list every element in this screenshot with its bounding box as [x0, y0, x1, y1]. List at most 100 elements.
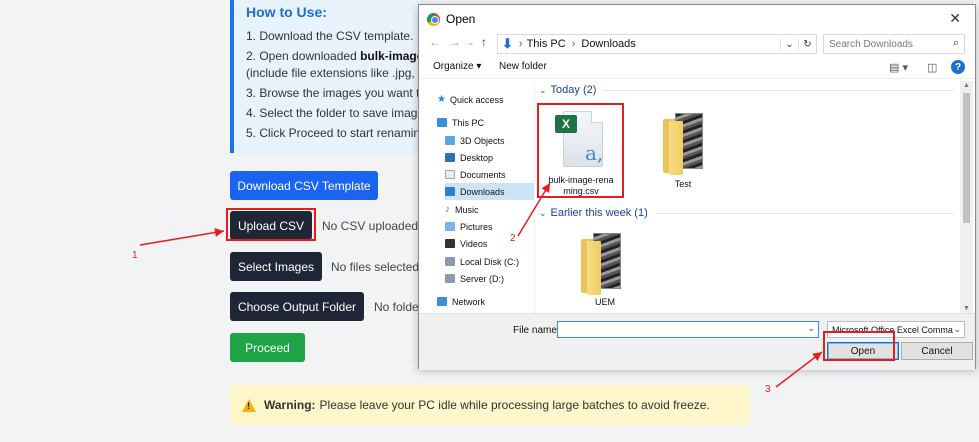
- highlight-csv-file: [537, 103, 624, 198]
- folder-icon: [661, 113, 705, 175]
- address-bar[interactable]: ⬇ › This PC › Downloads ⌄ ↻: [497, 34, 817, 54]
- folder-uem[interactable]: UEM: [569, 229, 641, 309]
- star-icon: ★: [437, 94, 446, 105]
- address-controls: ⌄ ↻: [780, 35, 816, 53]
- step-2-text: 2. Open downloaded: [246, 49, 361, 63]
- dialog-titlebar: Open ✕: [419, 5, 975, 33]
- chevron-down-icon: ⌄: [953, 324, 961, 335]
- nav-label: Server (D:): [460, 273, 505, 284]
- nav-label: Videos: [460, 238, 488, 249]
- downloads-arrow-icon: ⬇: [502, 36, 513, 51]
- nav-quick-access[interactable]: ★ Quick access: [437, 91, 534, 108]
- arrow-1: [139, 228, 225, 246]
- recent-dropdown-icon[interactable]: ⌄: [467, 37, 475, 48]
- download-csv-template-button[interactable]: Download CSV Template: [230, 171, 378, 200]
- nav-videos[interactable]: Videos: [445, 235, 534, 252]
- nav-local-disk-c[interactable]: Local Disk (C:): [445, 253, 534, 270]
- nav-music[interactable]: ♪ Music: [445, 201, 534, 218]
- help-icon[interactable]: ?: [951, 60, 965, 74]
- scroll-up-icon[interactable]: ▲: [963, 82, 970, 89]
- nav-label: Local Disk (C:): [460, 256, 520, 267]
- choose-output-folder-button[interactable]: Choose Output Folder: [230, 292, 364, 321]
- breadcrumb-downloads[interactable]: Downloads: [581, 38, 635, 50]
- back-arrow-icon[interactable]: ←: [429, 35, 441, 49]
- nav-3d-objects[interactable]: 3D Objects: [445, 132, 534, 149]
- cube-icon: [445, 136, 455, 145]
- disk-icon: [445, 274, 455, 283]
- highlight-upload-csv: [226, 208, 316, 241]
- nav-documents[interactable]: Documents: [445, 166, 534, 183]
- nav-desktop[interactable]: Desktop: [445, 149, 534, 166]
- close-icon[interactable]: ✕: [949, 10, 961, 27]
- picture-icon: [445, 222, 455, 231]
- select-images-button[interactable]: Select Images: [230, 252, 322, 281]
- group-divider: [604, 89, 954, 91]
- csv-status: No CSV uploaded: [322, 219, 419, 233]
- nav-label: Documents: [460, 169, 506, 180]
- download-icon: [445, 187, 455, 196]
- step-2-bold: bulk-image-: [360, 49, 425, 63]
- step-3: 3. Browse the images you want to: [246, 86, 425, 100]
- nav-label: 3D Objects: [460, 135, 505, 146]
- annotation-number-3: 3: [765, 384, 771, 395]
- scroll-down-icon[interactable]: ▼: [963, 305, 970, 312]
- new-folder-button[interactable]: New folder: [499, 61, 547, 72]
- nav-label: Quick access: [449, 94, 504, 105]
- address-dropdown-icon[interactable]: ⌄: [780, 38, 798, 50]
- navigation-bar: ← → ⌄ ↑ ⬇ › This PC › Downloads ⌄ ↻ Sear…: [419, 33, 975, 55]
- nav-pictures[interactable]: Pictures: [445, 218, 534, 235]
- preview-pane-icon[interactable]: ◫: [927, 61, 937, 74]
- music-icon: ♪: [445, 204, 450, 215]
- organize-button[interactable]: Organize ▾: [433, 61, 481, 72]
- group-header-earlier-this-week[interactable]: ⌄ Earlier this week (1): [539, 207, 954, 219]
- chevron-down-icon[interactable]: ⌄: [807, 323, 815, 334]
- view-options-icon[interactable]: ▤ ▾: [889, 61, 908, 74]
- step-4: 4. Select the folder to save images: [246, 106, 425, 120]
- video-icon: [445, 239, 455, 248]
- path-separator-icon: ›: [571, 38, 576, 50]
- chevron-down-icon: ⌄: [539, 84, 547, 95]
- folder-icon: [579, 233, 623, 295]
- search-input[interactable]: Search Downloads ⌕: [823, 34, 965, 54]
- warning-banner: Warning: Please leave your PC idle while…: [230, 385, 750, 425]
- dialog-title: Open: [446, 12, 476, 26]
- vertical-scrollbar[interactable]: ▲ ▼: [960, 81, 973, 313]
- nav-label: Music: [455, 204, 479, 215]
- nav-this-pc[interactable]: This PC: [437, 114, 534, 131]
- refresh-icon[interactable]: ↻: [798, 38, 816, 50]
- nav-server-d[interactable]: Server (D:): [445, 270, 534, 287]
- group-divider: [655, 212, 954, 214]
- document-icon: [445, 170, 455, 179]
- up-arrow-icon[interactable]: ↑: [481, 35, 487, 49]
- highlight-open-button: [823, 331, 895, 361]
- folder-test[interactable]: Test: [647, 109, 719, 189]
- open-file-dialog: Open ✕ ← → ⌄ ↑ ⬇ › This PC › Downloads ⌄…: [418, 4, 976, 370]
- how-to-use-panel: How to Use: 1. Download the CSV template…: [230, 0, 425, 153]
- group-label: Today (2): [550, 84, 597, 96]
- computer-icon: [437, 118, 447, 127]
- cancel-button[interactable]: Cancel: [901, 342, 973, 360]
- desktop-icon: [445, 153, 455, 162]
- screenshot-root: How to Use: 1. Download the CSV template…: [0, 0, 979, 442]
- search-placeholder: Search Downloads: [829, 38, 913, 50]
- nav-network[interactable]: Network: [437, 293, 534, 310]
- nav-downloads[interactable]: Downloads: [445, 183, 534, 200]
- navigation-pane: ★ Quick access This PC 3D Objects Desktop…: [419, 81, 534, 313]
- annotation-number-1: 1: [132, 250, 138, 261]
- network-icon: [437, 297, 447, 306]
- group-header-today[interactable]: ⌄ Today (2): [539, 84, 954, 96]
- forward-arrow-icon[interactable]: →: [449, 35, 461, 49]
- file-name-input[interactable]: ⌄: [557, 321, 819, 338]
- proceed-button[interactable]: Proceed: [230, 333, 305, 362]
- warning-text: Please leave your PC idle while processi…: [319, 398, 710, 412]
- breadcrumb-this-pc[interactable]: This PC: [527, 38, 566, 50]
- group-label: Earlier this week (1): [550, 207, 648, 219]
- file-label: Test: [674, 179, 692, 189]
- scrollbar-thumb[interactable]: [963, 93, 970, 223]
- command-bar: Organize ▾ New folder ▤ ▾ ◫ ?: [419, 57, 975, 79]
- warning-icon: [242, 398, 256, 412]
- chevron-down-icon: ⌄: [539, 207, 547, 218]
- path-separator-icon: ›: [518, 38, 523, 50]
- images-status: No files selected: [331, 260, 420, 274]
- file-name-label: File name:: [513, 325, 560, 336]
